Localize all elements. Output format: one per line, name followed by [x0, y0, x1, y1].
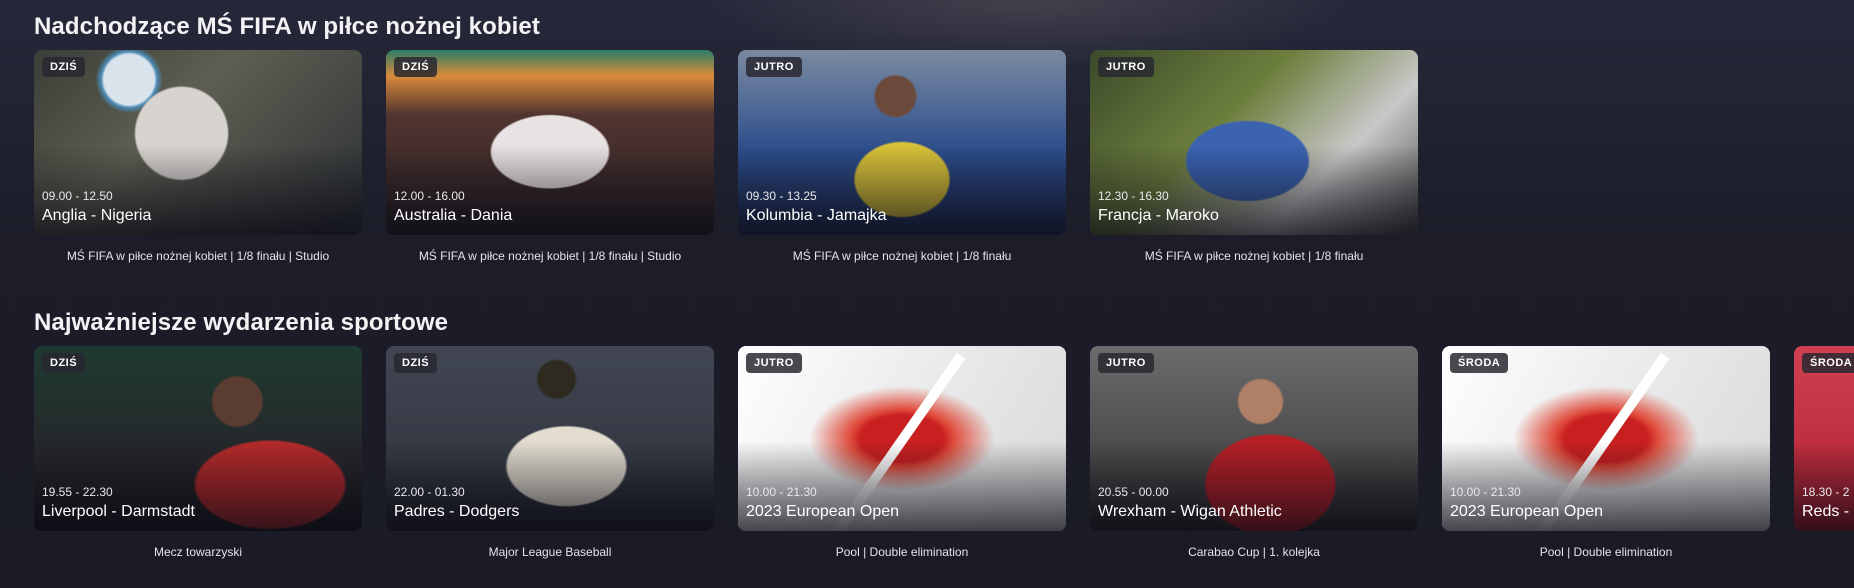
- event-caption: MŚ FIFA w piłce nożnej kobiet | 1/8 fina…: [418, 249, 682, 263]
- event-time: 19.55 - 22.30: [42, 485, 113, 499]
- event-time: 09.00 - 12.50: [42, 189, 113, 203]
- event-title: 2023 European Open: [746, 503, 900, 520]
- event-time: 12.00 - 16.00: [394, 189, 465, 203]
- section-top-sports-events: Najważniejsze wydarzenia sportowe DZIŚ 1…: [34, 306, 1854, 588]
- event-time: 18.30 - 2: [1802, 485, 1850, 499]
- event-caption: Major League Baseball: [488, 545, 612, 559]
- event-caption: Pool | Double elimination: [1539, 545, 1673, 559]
- event-time: 20.55 - 00.00: [1098, 485, 1169, 499]
- event-card[interactable]: JUTRO 10.00 - 21.30 2023 European Open P…: [738, 346, 1066, 559]
- event-caption: Pool | Double elimination: [835, 545, 969, 559]
- event-thumbnail[interactable]: ŚRODA 10.00 - 21.30 2023 European Open: [1442, 346, 1770, 531]
- day-badge: DZIŚ: [42, 57, 86, 77]
- section-title: Najważniejsze wydarzenia sportowe: [34, 309, 449, 336]
- day-badge: DZIŚ: [394, 57, 438, 77]
- event-title: 2023 European Open: [1450, 503, 1604, 520]
- event-card[interactable]: DZIŚ 09.00 - 12.50 Anglia - Nigeria MŚ F…: [34, 50, 362, 263]
- event-thumbnail[interactable]: DZIŚ 19.55 - 22.30 Liverpool - Darmstadt: [34, 346, 362, 531]
- event-caption: MŚ FIFA w piłce nożnej kobiet | 1/8 fina…: [66, 249, 330, 263]
- event-card[interactable]: ŚRODA 10.00 - 21.30 2023 European Open P…: [1442, 346, 1770, 559]
- event-thumbnail[interactable]: ŚRODA 18.30 - 2 Reds -: [1794, 346, 1854, 531]
- day-badge: ŚRODA: [1450, 353, 1509, 373]
- day-badge: DZIŚ: [42, 353, 86, 373]
- event-caption: MŚ FIFA w piłce nożnej kobiet | 1/8 fina…: [1144, 249, 1364, 263]
- event-card[interactable]: JUTRO 09.30 - 13.25 Kolumbia - Jamajka M…: [738, 50, 1066, 263]
- event-time: 10.00 - 21.30: [1450, 485, 1521, 499]
- event-title: Padres - Dodgers: [394, 503, 520, 520]
- day-badge: ŚRODA: [1802, 353, 1854, 373]
- event-card[interactable]: JUTRO 12.30 - 16.30 Francja - Maroko MŚ …: [1090, 50, 1418, 263]
- event-thumbnail[interactable]: DZIŚ 12.00 - 16.00 Australia - Dania: [386, 50, 714, 235]
- day-badge: JUTRO: [746, 353, 802, 373]
- event-card[interactable]: DZIŚ 12.00 - 16.00 Australia - Dania MŚ …: [386, 50, 714, 263]
- card-row: DZIŚ 09.00 - 12.50 Anglia - Nigeria MŚ F…: [34, 50, 1854, 300]
- event-card[interactable]: ŚRODA 18.30 - 2 Reds -: [1794, 346, 1854, 531]
- event-title: Kolumbia - Jamajka: [746, 207, 887, 224]
- event-thumbnail[interactable]: DZIŚ 22.00 - 01.30 Padres - Dodgers: [386, 346, 714, 531]
- event-title: Wrexham - Wigan Athletic: [1098, 503, 1282, 520]
- event-title: Australia - Dania: [394, 207, 513, 224]
- event-thumbnail[interactable]: DZIŚ 09.00 - 12.50 Anglia - Nigeria: [34, 50, 362, 235]
- event-time: 10.00 - 21.30: [746, 485, 817, 499]
- event-caption: MŚ FIFA w piłce nożnej kobiet | 1/8 fina…: [792, 249, 1012, 263]
- event-time: 12.30 - 16.30: [1098, 189, 1169, 203]
- card-row: DZIŚ 19.55 - 22.30 Liverpool - Darmstadt…: [34, 346, 1854, 588]
- event-caption: Carabao Cup | 1. kolejka: [1188, 545, 1320, 559]
- event-card[interactable]: DZIŚ 19.55 - 22.30 Liverpool - Darmstadt…: [34, 346, 362, 559]
- event-thumbnail[interactable]: JUTRO 12.30 - 16.30 Francja - Maroko: [1090, 50, 1418, 235]
- event-time: 09.30 - 13.25: [746, 189, 817, 203]
- day-badge: JUTRO: [1098, 57, 1154, 77]
- day-badge: JUTRO: [1098, 353, 1154, 373]
- section-womens-world-cup: Nadchodzące MŚ FIFA w piłce nożnej kobie…: [34, 10, 1854, 300]
- event-title: Reds -: [1802, 503, 1850, 520]
- event-card[interactable]: DZIŚ 22.00 - 01.30 Padres - Dodgers Majo…: [386, 346, 714, 559]
- event-caption: Mecz towarzyski: [153, 545, 242, 559]
- event-thumbnail[interactable]: JUTRO 09.30 - 13.25 Kolumbia - Jamajka: [738, 50, 1066, 235]
- event-time: 22.00 - 01.30: [394, 485, 465, 499]
- event-title: Francja - Maroko: [1098, 207, 1219, 224]
- day-badge: DZIŚ: [394, 353, 438, 373]
- event-thumbnail[interactable]: JUTRO 10.00 - 21.30 2023 European Open: [738, 346, 1066, 531]
- section-title: Nadchodzące MŚ FIFA w piłce nożnej kobie…: [34, 13, 540, 40]
- day-badge: JUTRO: [746, 57, 802, 77]
- event-title: Anglia - Nigeria: [42, 207, 152, 224]
- event-card[interactable]: JUTRO 20.55 - 00.00 Wrexham - Wigan Athl…: [1090, 346, 1418, 559]
- event-thumbnail[interactable]: JUTRO 20.55 - 00.00 Wrexham - Wigan Athl…: [1090, 346, 1418, 531]
- event-title: Liverpool - Darmstadt: [42, 503, 195, 520]
